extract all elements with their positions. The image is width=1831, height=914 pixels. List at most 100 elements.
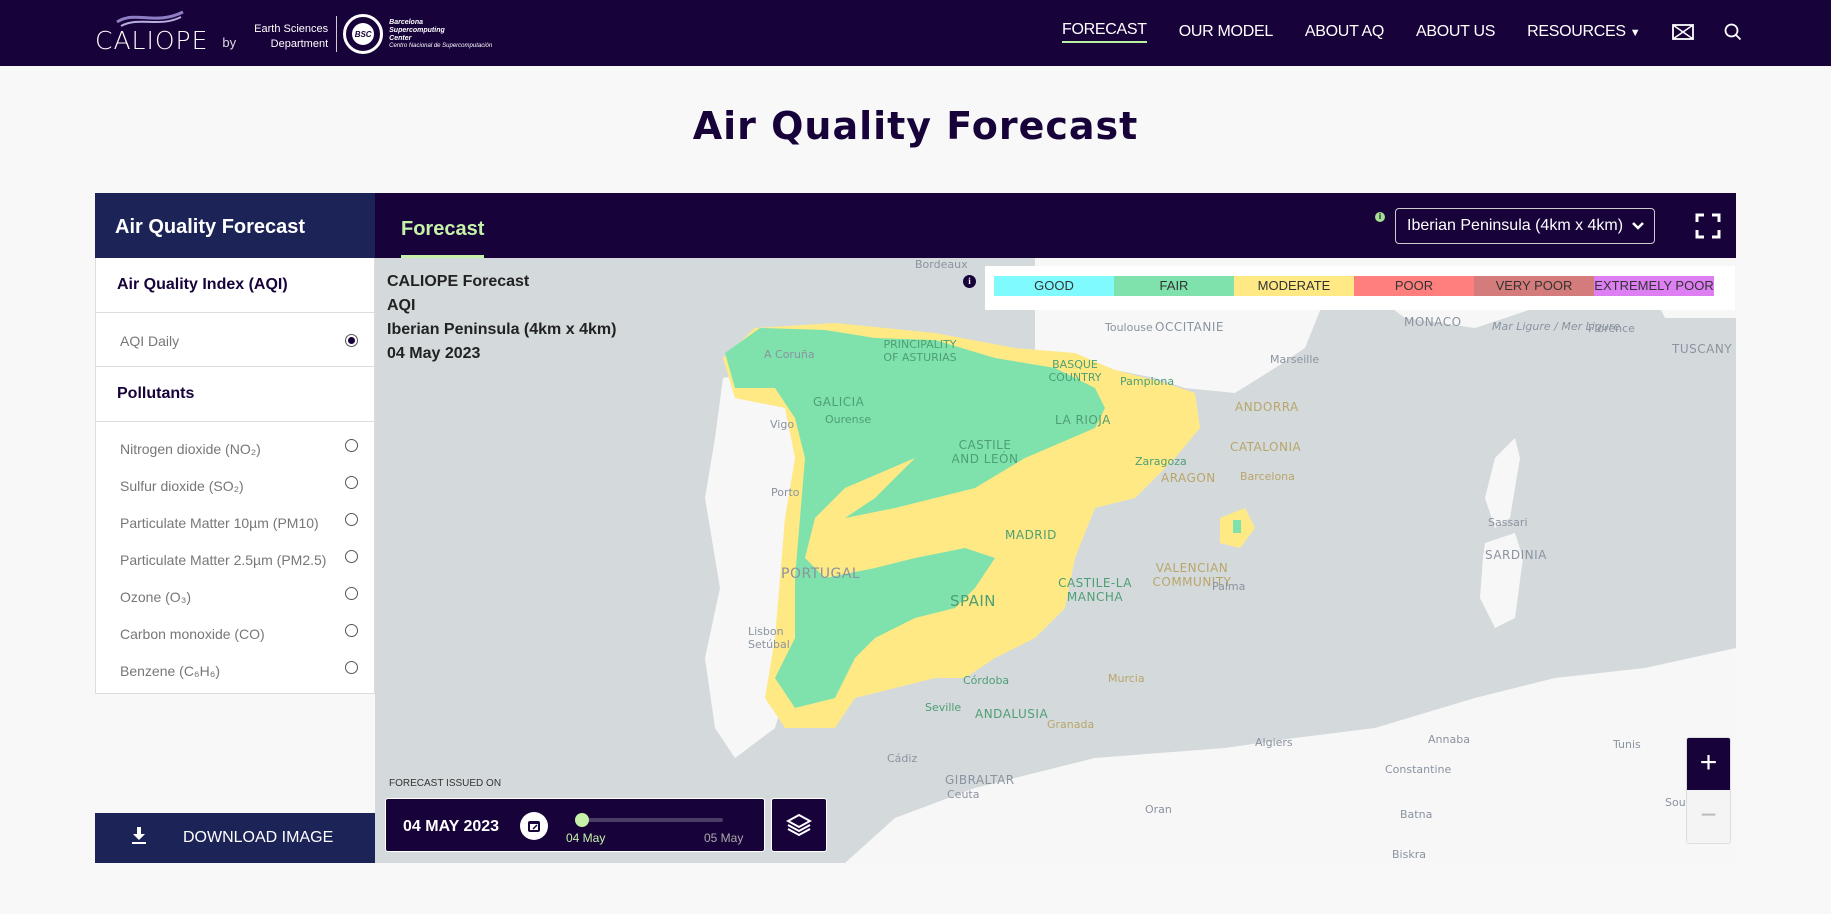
pollutant-pm10[interactable]: Particulate Matter 10µm (PM10) — [96, 504, 374, 541]
zoom-in-button[interactable]: + — [1687, 738, 1730, 790]
bsc-logo-icon: BSC — [343, 14, 384, 54]
pollutant-so2[interactable]: Sulfur dioxide (SO₂) — [96, 467, 374, 504]
map-label-palma: Palma — [1212, 580, 1246, 593]
sidebar-title: Air Quality Forecast — [95, 193, 375, 258]
caliope-wordmark: CALIOPE — [95, 25, 209, 55]
pollutant-radio[interactable] — [345, 476, 358, 489]
zoom-out-button[interactable]: − — [1687, 790, 1730, 843]
map-label-ceuta: Ceuta — [947, 788, 980, 801]
main-nav: FORECAST OUR MODEL ABOUT AQ ABOUT US RES… — [1062, 21, 1772, 43]
pollutant-list: Nitrogen dioxide (NO₂) Sulfur dioxide (S… — [96, 422, 374, 693]
map-label-mar-ligure: Mar Ligure / Mer Ligure — [1492, 320, 1621, 333]
pollutant-radio[interactable] — [345, 587, 358, 600]
mail-icon[interactable] — [1672, 24, 1695, 40]
info-icon[interactable]: i — [1375, 212, 1385, 222]
map-view[interactable]: Bordeaux Toulouse OCCITANIE MONACO Marse… — [375, 258, 1736, 863]
slider-end-label: 05 May — [704, 831, 744, 845]
map-label-madrid: MADRID — [1005, 528, 1057, 542]
nav-forecast[interactable]: FORECAST — [1062, 21, 1147, 43]
land-corsica — [1485, 438, 1520, 528]
pollutant-c6h6[interactable]: Benzene (C₆H₆) — [96, 652, 374, 689]
pollutant-label: Particulate Matter 10µm (PM10) — [120, 515, 319, 531]
map-label-lisbon: Lisbon — [748, 625, 784, 638]
esd-label: Earth Sciences Department — [254, 22, 328, 52]
map-label-aragon: ARAGON — [1161, 471, 1216, 485]
chevron-down-icon — [1632, 218, 1644, 236]
nav-our-model[interactable]: OUR MODEL — [1179, 23, 1274, 41]
pollutant-label: Carbon monoxide (CO) — [120, 626, 265, 642]
search-icon[interactable] — [1724, 23, 1742, 41]
map-label-zaragoza: Zaragoza — [1135, 455, 1187, 468]
map-label-pamplona: Pamplona — [1120, 375, 1175, 388]
map-label-granada: Granada — [1047, 718, 1095, 731]
map-toolbar: Forecast i Iberian Peninsula (4km x 4km) — [375, 193, 1736, 258]
legend-info-icon[interactable]: i — [963, 275, 976, 288]
bsc-line1: Barcelona — [389, 18, 423, 26]
pollutant-co[interactable]: Carbon monoxide (CO) — [96, 615, 374, 652]
map-label-batna: Batna — [1400, 808, 1433, 821]
date-slider-track[interactable] — [583, 818, 723, 822]
tab-forecast[interactable]: Forecast — [401, 193, 485, 258]
map-label-asturias: PRINCIPALITY OF ASTURIAS — [883, 338, 957, 364]
logo-by: by — [222, 34, 237, 50]
pollutant-pm25[interactable]: Particulate Matter 2.5µm (PM2.5) — [96, 541, 374, 578]
sidebar: Air Quality Forecast Air Quality Index (… — [95, 193, 375, 863]
legend-extremely-poor: EXTREMELY POOR — [1594, 276, 1714, 296]
map-label-algiers: Algiers — [1255, 736, 1293, 749]
pollutant-radio[interactable] — [345, 439, 358, 452]
pollutant-radio[interactable] — [345, 550, 358, 563]
map-label-monaco: MONACO — [1404, 315, 1462, 329]
sidebar-menu: Air Quality Index (AQI) AQI Daily Pollut… — [95, 258, 375, 694]
map-info-box: CALIOPE Forecast AQI Iberian Peninsula (… — [387, 270, 616, 366]
logo-divider — [336, 16, 338, 52]
download-label: DOWNLOAD IMAGE — [183, 829, 334, 846]
map-label-galicia: GALICIA — [813, 395, 865, 409]
aqi-daily-option[interactable]: AQI Daily — [96, 313, 374, 367]
layers-button[interactable] — [771, 798, 827, 852]
map-label-a-coruna: A Coruña — [764, 348, 815, 361]
domain-select-value: Iberian Peninsula (4km x 4km) — [1407, 217, 1624, 234]
date-slider-thumb[interactable] — [575, 813, 589, 827]
top-navbar: CALIOPE by Earth Sciences Department BSC … — [0, 0, 1831, 66]
domain-select[interactable]: Iberian Peninsula (4km x 4km) — [1395, 208, 1655, 244]
calendar-icon[interactable] — [520, 812, 548, 840]
nav-about-aq[interactable]: ABOUT AQ — [1305, 23, 1384, 41]
nav-resources-label: RESOURCES — [1527, 23, 1626, 40]
map-label-constantine: Constantine — [1385, 763, 1452, 776]
caliope-logo[interactable]: CALIOPE by Earth Sciences Department BSC … — [95, 10, 492, 58]
slider-start-label: 04 May — [566, 831, 606, 845]
map-label-porto: Porto — [771, 486, 800, 499]
pollutant-radio[interactable] — [345, 661, 358, 674]
aqi-section-header: Air Quality Index (AQI) — [96, 258, 374, 313]
pollutant-radio[interactable] — [345, 513, 358, 526]
fullscreen-icon[interactable] — [1695, 213, 1721, 244]
map-label-castile-leon: CASTILE AND LEÓN — [951, 438, 1019, 466]
download-icon — [131, 826, 147, 850]
bsc-line4: Centro Nacional de Supercomputación — [389, 42, 493, 49]
map-label-andorra: ANDORRA — [1235, 400, 1299, 414]
bsc-mark-text: BSC — [352, 23, 375, 45]
map-label-cordoba: Córdoba — [963, 674, 1010, 687]
bsc-line3: Center — [389, 34, 412, 42]
pollutant-no2[interactable]: Nitrogen dioxide (NO₂) — [96, 430, 374, 467]
pollutant-label: Sulfur dioxide (SO₂) — [120, 478, 244, 494]
aqi-daily-radio[interactable] — [345, 334, 358, 347]
pollutant-label: Particulate Matter 2.5µm (PM2.5) — [120, 552, 327, 568]
legend-poor: POOR — [1354, 276, 1474, 296]
aqi-daily-label: AQI Daily — [120, 333, 180, 349]
nav-resources[interactable]: RESOURCES ▼ — [1527, 23, 1641, 41]
map-label-bordeaux: Bordeaux — [915, 258, 968, 271]
download-image-button[interactable]: DOWNLOAD IMAGE — [95, 813, 375, 863]
map-label-spain: SPAIN — [950, 592, 997, 610]
map-label-castile-la-mancha: CASTILE-LA MANCHA — [1058, 576, 1132, 604]
nav-about-us[interactable]: ABOUT US — [1416, 23, 1495, 41]
pollutant-label: Benzene (C₆H₆) — [120, 663, 220, 679]
pollutant-o3[interactable]: Ozone (O₃) — [96, 578, 374, 615]
map-label-portugal: PORTUGAL — [781, 566, 861, 582]
map-label-gibraltar: GIBRALTAR — [945, 773, 1015, 787]
pollutant-label: Ozone (O₃) — [120, 589, 192, 605]
info-line-date: 04 May 2023 — [387, 345, 481, 362]
map-label-la-rioja: LA RIOJA — [1055, 413, 1111, 427]
esd-line2: Department — [270, 38, 329, 50]
pollutant-radio[interactable] — [345, 624, 358, 637]
